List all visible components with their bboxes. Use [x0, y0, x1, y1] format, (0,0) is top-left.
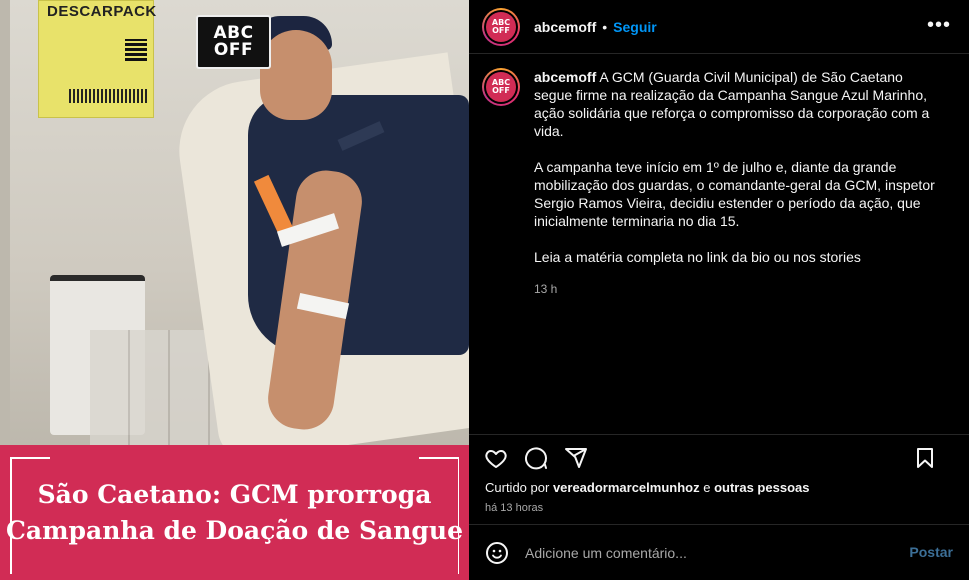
post-details-panel: ABC OFF abcemoff • Seguir ••• ABC OFF ab… [469, 0, 969, 580]
comment-button[interactable] [524, 446, 548, 470]
post-header: ABC OFF abcemoff • Seguir ••• [469, 0, 969, 54]
caption-timestamp: 13 h [534, 282, 558, 296]
more-options-icon[interactable]: ••• [927, 14, 951, 37]
post-photo: DESCARPACK ABC OFF [0, 0, 469, 445]
comment-input[interactable] [525, 542, 895, 563]
header-username[interactable]: abcemoff [534, 19, 596, 35]
share-button[interactable] [564, 446, 588, 470]
caption-paragraph-3: Leia a matéria completa no link da bio o… [534, 249, 861, 265]
instagram-post-view: DESCARPACK ABC OFF São Caetano: GCM pror… [0, 0, 969, 580]
likes-summary: Curtido por vereadormarcelmunhoz e outra… [469, 480, 969, 498]
caption-paragraph-1: abcemoff A GCM (Guarda Civil Municipal) … [534, 68, 944, 140]
heart-icon [485, 449, 507, 468]
comment-icon [525, 446, 547, 469]
post-comment-button[interactable]: Postar [909, 544, 953, 560]
wall-edge [0, 0, 10, 445]
bookmark-icon [917, 448, 933, 468]
caption-paragraph-2: A campanha teve início em 1º de julho e,… [534, 159, 939, 229]
liked-by-others[interactable]: outras pessoas [714, 480, 809, 495]
emoji-icon [486, 541, 508, 564]
likes-connector: e [703, 480, 711, 495]
headline-text: São Caetano: GCM prorroga Campanha de Do… [0, 477, 469, 549]
logo-text-bottom: OFF [213, 40, 254, 60]
abcoff-logo: ABC OFF [196, 15, 271, 69]
profile-avatar[interactable]: ABC OFF [482, 7, 520, 46]
qr-code-icon [125, 39, 147, 61]
banner-frame-top-left [10, 457, 50, 459]
wall-poster: DESCARPACK [38, 0, 157, 118]
action-bar [469, 434, 969, 480]
barcode-icon [69, 89, 147, 103]
share-icon [565, 447, 587, 468]
poster-title: DESCARPACK [47, 3, 157, 20]
post-media[interactable]: DESCARPACK ABC OFF São Caetano: GCM pror… [0, 0, 469, 580]
like-button[interactable] [484, 446, 508, 470]
caption-section: ABC OFF abcemoff A GCM (Guarda Civil Mun… [469, 54, 969, 434]
caption-avatar[interactable]: ABC OFF [482, 68, 520, 106]
avatar-text-bottom: OFF [492, 25, 510, 35]
follow-button[interactable]: Seguir [613, 19, 657, 35]
comment-bar: Postar [469, 524, 969, 580]
banner-frame-top-right [419, 457, 459, 459]
post-timestamp: há 13 horas [485, 502, 544, 514]
likes-prefix: Curtido por [485, 480, 550, 495]
headline-line-2: Campanha de Doação de Sangue [5, 516, 463, 545]
emoji-button[interactable] [485, 541, 509, 565]
caption-username[interactable]: abcemoff [534, 69, 596, 85]
save-button[interactable] [913, 446, 937, 470]
headline-banner: São Caetano: GCM prorroga Campanha de Do… [0, 445, 469, 580]
liked-by-user[interactable]: vereadormarcelmunhoz [553, 480, 700, 495]
avatar-text-bottom: OFF [492, 86, 510, 95]
header-separator: • [602, 18, 608, 35]
caption-body: abcemoff A GCM (Guarda Civil Municipal) … [534, 68, 944, 434]
headline-line-1: São Caetano: GCM prorroga [37, 480, 432, 509]
